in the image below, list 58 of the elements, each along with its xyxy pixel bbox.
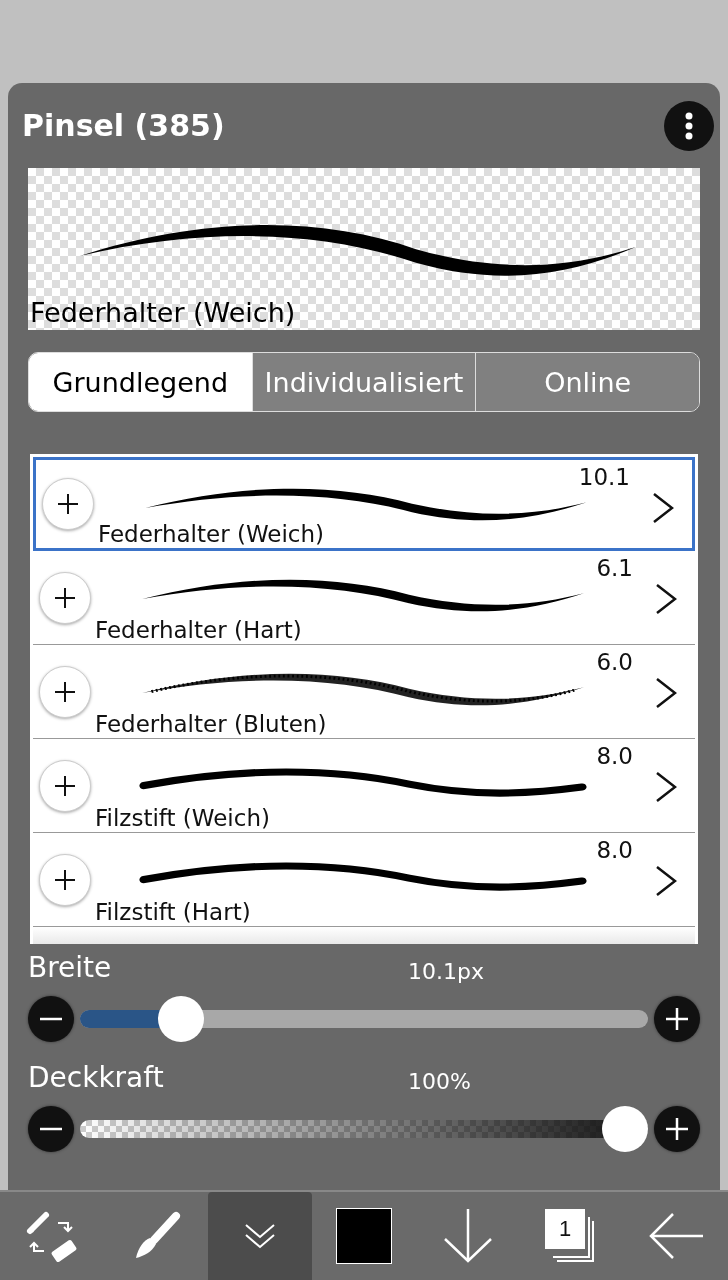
arrow-left-icon [649, 1213, 703, 1259]
layers-tool-button[interactable]: 1 [520, 1192, 624, 1280]
brush-size: 6.1 [596, 555, 633, 581]
brush-item[interactable]: Federhalter (Weich) 10.1 [33, 457, 695, 551]
brush-item[interactable]: Federhalter (Bluten) 6.0 [33, 645, 695, 739]
chevron-right-icon[interactable] [655, 583, 677, 615]
plus-icon [54, 774, 76, 797]
slider-value: 10.1px [408, 959, 484, 984]
chevron-right-icon[interactable] [655, 771, 677, 803]
plus-icon [54, 868, 76, 891]
plus-icon [54, 586, 76, 609]
plus-icon [666, 1118, 688, 1140]
decrease-button[interactable] [28, 996, 74, 1042]
decrease-button[interactable] [28, 1106, 74, 1152]
minus-icon [40, 1017, 62, 1021]
brush-name: Federhalter (Hart) [95, 616, 302, 644]
chevron-right-icon[interactable] [655, 865, 677, 897]
plus-icon [57, 493, 79, 515]
increase-button[interactable] [654, 996, 700, 1042]
minus-icon [40, 1127, 62, 1131]
brush-size: 8.0 [596, 743, 633, 769]
layer-count: 1 [545, 1209, 585, 1249]
add-button[interactable] [39, 759, 91, 812]
slider-value: 100% [408, 1069, 471, 1094]
brush-category-tab[interactable]: Online [475, 353, 699, 411]
brush-item[interactable]: Federhalter (Hart) 6.1 [33, 551, 695, 645]
brush-name: Filzstift (Weich) [95, 804, 270, 832]
brush-category-tab[interactable]: Individualisiert [251, 353, 476, 411]
width-slider[interactable] [80, 996, 648, 1042]
slider-label: Deckkraft [28, 1061, 165, 1094]
plus-icon [54, 680, 76, 703]
plus-icon [666, 1008, 688, 1030]
brush-size: 6.0 [596, 649, 633, 675]
panel-title: Pinsel (385) [22, 108, 225, 143]
preview-brush-name: Federhalter (Weich) [29, 296, 297, 330]
slider-thumb[interactable] [602, 1106, 648, 1152]
chevron-right-icon[interactable] [655, 677, 677, 709]
brush-size: 8.0 [596, 837, 633, 863]
add-button[interactable] [39, 853, 91, 906]
brush-item[interactable]: Filzstift (Hart) 8.0 [33, 833, 695, 927]
add-button[interactable] [39, 571, 91, 624]
brush-category-tab[interactable]: Grundlegend [29, 353, 252, 411]
more-menu-button[interactable] [664, 100, 714, 151]
opacity-slider[interactable] [80, 1106, 648, 1152]
increase-button[interactable] [654, 1106, 700, 1152]
brush-name: Federhalter (Bluten) [95, 710, 327, 738]
chevron-right-icon[interactable] [652, 492, 674, 524]
brush-size: 10.1 [578, 464, 630, 490]
add-button[interactable] [42, 478, 94, 530]
brush-item[interactable]: Filzstift (Weich) 8.0 [33, 739, 695, 833]
slider-thumb[interactable] [158, 996, 205, 1042]
brush-name: Federhalter (Weich) [98, 520, 325, 548]
more-icon [685, 111, 693, 140]
arrow-down-icon [443, 1209, 493, 1263]
brush-name: Filzstift (Hart) [95, 898, 251, 926]
slider-label: Breite [28, 951, 113, 984]
double-chevron-down-icon [244, 1221, 276, 1251]
add-button[interactable] [39, 665, 91, 718]
